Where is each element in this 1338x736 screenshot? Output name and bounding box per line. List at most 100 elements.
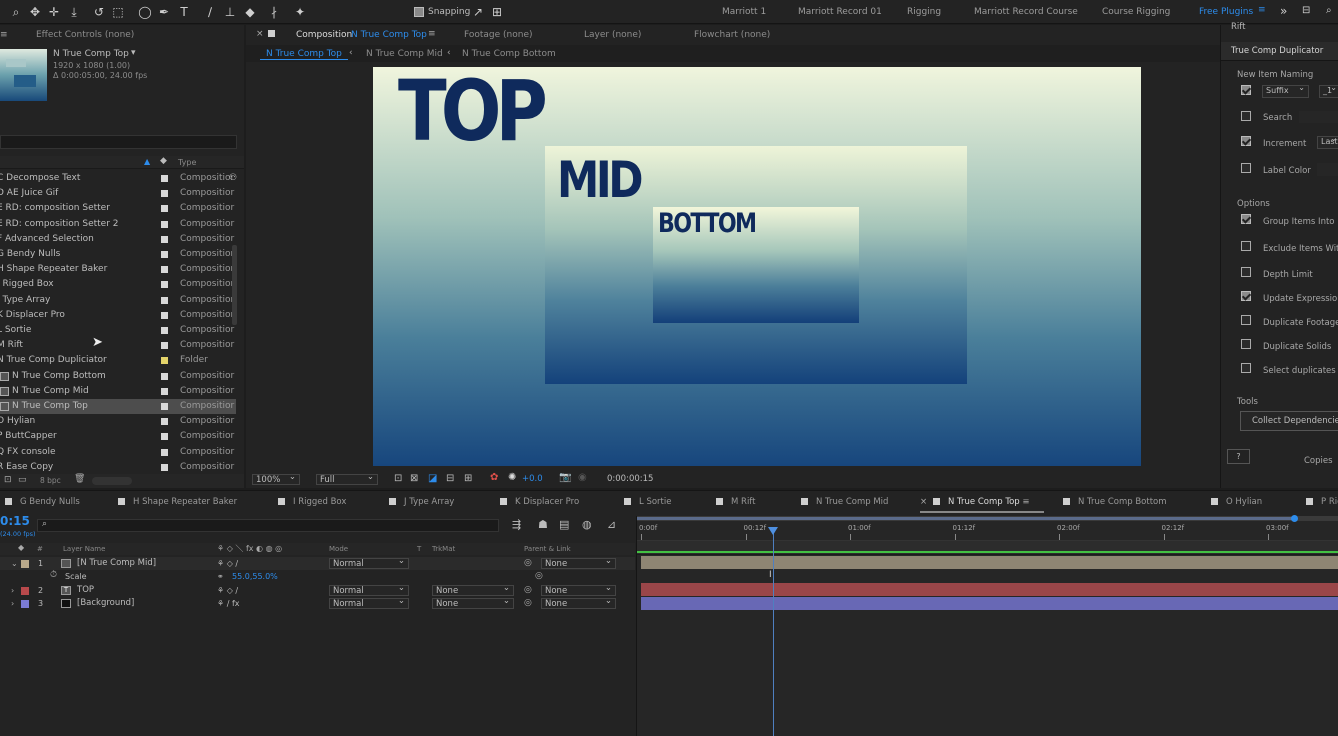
suffix-dropdown[interactable]: Suffix xyxy=(1262,83,1309,98)
project-item[interactable]: E RD: composition Setter Compositior xyxy=(0,201,236,216)
label-swatch[interactable] xyxy=(161,296,168,304)
workspace-marriott-record-01[interactable]: Marriott Record 01 xyxy=(798,7,882,17)
group-items-checkbox[interactable] xyxy=(1241,214,1251,224)
mode-header[interactable]: Mode xyxy=(329,545,348,553)
work-area-bar[interactable] xyxy=(637,515,1338,522)
exclude-items-checkbox[interactable] xyxy=(1241,241,1251,251)
layer-switches-icon[interactable]: ⚘ ∕ fx xyxy=(217,597,240,610)
eraser-tool-icon[interactable]: ◆ xyxy=(242,4,258,20)
project-item[interactable]: P ButtCapper Compositior xyxy=(0,429,236,444)
snapshot-icon[interactable]: 📷 xyxy=(559,472,571,483)
layer-row[interactable]: › 3 [Background] ⚘ ∕ fx Normal None ◎ No… xyxy=(0,596,635,610)
crumb-top[interactable]: N True Comp Top xyxy=(260,49,348,60)
tab-composition[interactable]: Composition xyxy=(296,30,352,40)
pen-tool-icon[interactable]: ✒ xyxy=(156,4,172,20)
label-swatch[interactable] xyxy=(161,205,168,213)
workspace-menu-icon[interactable]: ≡ xyxy=(1258,5,1266,15)
clone-stamp-tool-icon[interactable]: ⊥ xyxy=(222,4,238,20)
work-area-range[interactable] xyxy=(637,517,1297,520)
parent-header[interactable]: Parent & Link xyxy=(524,545,571,553)
label-swatch[interactable] xyxy=(161,281,168,289)
more-workspaces-icon[interactable]: » xyxy=(1280,4,1287,18)
panel-menu-icon[interactable]: ≡ xyxy=(0,30,8,40)
project-item[interactable]: F Advanced Selection Compositior xyxy=(0,232,236,247)
frame-blend-icon[interactable]: ▤ xyxy=(559,518,569,531)
tab-composition-name[interactable]: N True Comp Top xyxy=(351,30,427,40)
collect-dependencies-button[interactable]: Collect Dependencies xyxy=(1240,411,1338,431)
chevron-right-icon[interactable]: › xyxy=(11,584,14,597)
project-item[interactable]: E RD: composition Setter 2 Compositior xyxy=(0,217,236,232)
label-color-checkbox[interactable] xyxy=(1241,163,1251,173)
work-area-end-handle[interactable] xyxy=(1291,515,1298,522)
camera-tool-icon[interactable]: ⬚ xyxy=(110,4,126,20)
constrain-link-icon[interactable]: ⚭ xyxy=(217,570,224,583)
region-of-interest-icon[interactable]: ⊡ xyxy=(394,473,402,484)
project-item[interactable]: K Displacer Pro Compositior xyxy=(0,308,236,323)
sort-asc-icon[interactable]: ▲ xyxy=(144,157,150,166)
label-swatch[interactable] xyxy=(161,387,168,395)
project-item[interactable]: H Shape Repeater Baker Compositior xyxy=(0,262,236,277)
graph-editor-icon[interactable]: ⊿ xyxy=(607,518,616,531)
pickwhip-icon[interactable]: ◎ xyxy=(535,570,543,583)
hand-tool-icon[interactable]: ✥ xyxy=(27,4,43,20)
project-item[interactable]: J Type Array Compositior xyxy=(0,293,236,308)
search-help-icon[interactable]: ⌕ xyxy=(1326,5,1332,16)
project-item[interactable]: N True Comp Mid Compositior xyxy=(0,384,236,399)
layer-row[interactable]: ⌄ 1 [N True Comp Mid] ⚘ ◇ ∕ Normal ◎ Non… xyxy=(0,556,635,570)
tab-rift[interactable]: Rift xyxy=(1231,22,1245,32)
label-swatch[interactable] xyxy=(161,220,168,228)
trkmat-dropdown[interactable]: None xyxy=(432,596,514,609)
comp-mid-layer[interactable]: MID BOTTOM xyxy=(545,146,967,384)
layer-switches-icon[interactable]: ⚘ ◇ ∕ xyxy=(217,557,238,570)
scale-value[interactable]: 55.0,55.0% xyxy=(232,570,278,583)
mask-visibility-icon[interactable]: ◪ xyxy=(428,473,437,484)
type-column-header[interactable]: Type xyxy=(178,158,196,167)
duplicate-solids-checkbox[interactable] xyxy=(1241,339,1251,349)
project-item[interactable]: G Bendy Nulls Compositior xyxy=(0,247,236,262)
timeline-tab[interactable]: N True Comp Bottom xyxy=(1063,497,1167,507)
puppet-tool-icon[interactable]: ✦ xyxy=(292,4,308,20)
resolution-dropdown[interactable]: Full xyxy=(316,472,378,485)
transparency-grid-icon[interactable]: ⊠ xyxy=(410,473,418,484)
timeline-tab[interactable]: N True Comp Top ≡ × xyxy=(920,497,1030,507)
viewer-timecode[interactable]: 0:00:00:15 xyxy=(607,474,653,484)
parent-dropdown[interactable]: None xyxy=(541,583,616,596)
workspace-course-rigging[interactable]: Course Rigging xyxy=(1102,7,1170,17)
project-item[interactable]: C Decompose Text Compositior ⚇ xyxy=(0,171,237,186)
timeline-tab[interactable]: L Sortie xyxy=(624,497,671,507)
shy-icon[interactable]: ☗ xyxy=(538,518,548,531)
close-tab-icon[interactable]: × xyxy=(256,29,264,39)
increment-checkbox[interactable] xyxy=(1241,136,1251,146)
playhead-handle[interactable] xyxy=(768,527,778,535)
blend-mode-dropdown[interactable]: Normal xyxy=(329,556,409,569)
new-folder-icon[interactable]: ▭ xyxy=(18,475,27,485)
label-swatch[interactable] xyxy=(161,342,168,350)
workspace-rigging[interactable]: Rigging xyxy=(907,7,941,17)
snap-grid-icon[interactable]: ⊞ xyxy=(489,4,505,20)
roto-brush-tool-icon[interactable]: ∤ xyxy=(266,4,282,20)
label-swatch[interactable] xyxy=(161,251,168,258)
timeline-graph[interactable]: 0:00f 00:12f 01:00f 01:12f 02:00f 02:12f 03:00… xyxy=(636,515,1338,736)
project-item[interactable]: L Sortie Compositior xyxy=(0,323,236,338)
label-color-dropdown[interactable] xyxy=(1317,163,1338,176)
timeline-tab[interactable]: P Rig xyxy=(1306,497,1338,507)
layer-row[interactable]: › 2 T TOP ⚘ ◇ ∕ Normal None ◎ None xyxy=(0,583,635,597)
update-expressions-checkbox[interactable] xyxy=(1241,291,1251,301)
search-field[interactable] xyxy=(1299,111,1338,123)
chevron-right-icon[interactable]: › xyxy=(11,597,14,610)
comp-bottom-layer[interactable]: BOTTOM xyxy=(653,207,859,323)
tab-flowchart[interactable]: Flowchart (none) xyxy=(694,30,770,40)
tab-footage[interactable]: Footage (none) xyxy=(464,30,533,40)
project-item[interactable]: N True Comp Bottom Compositior xyxy=(0,369,236,384)
increment-dropdown[interactable]: Last xyxy=(1317,134,1338,149)
layer-bar-mid[interactable] xyxy=(641,556,1338,569)
stopwatch-icon[interactable]: ⏱ xyxy=(50,569,57,582)
comp-flowchart-icon[interactable]: ⇶ xyxy=(512,518,521,531)
layer-name[interactable]: [Background] xyxy=(77,597,134,610)
depth-limit-checkbox[interactable] xyxy=(1241,267,1251,277)
label-swatch[interactable] xyxy=(161,190,168,198)
search-checkbox[interactable] xyxy=(1241,111,1251,121)
timeline-tab[interactable]: K Displacer Pro xyxy=(500,497,579,507)
duplicate-footage-checkbox[interactable] xyxy=(1241,315,1251,325)
blend-mode-dropdown[interactable]: Normal xyxy=(329,596,409,609)
